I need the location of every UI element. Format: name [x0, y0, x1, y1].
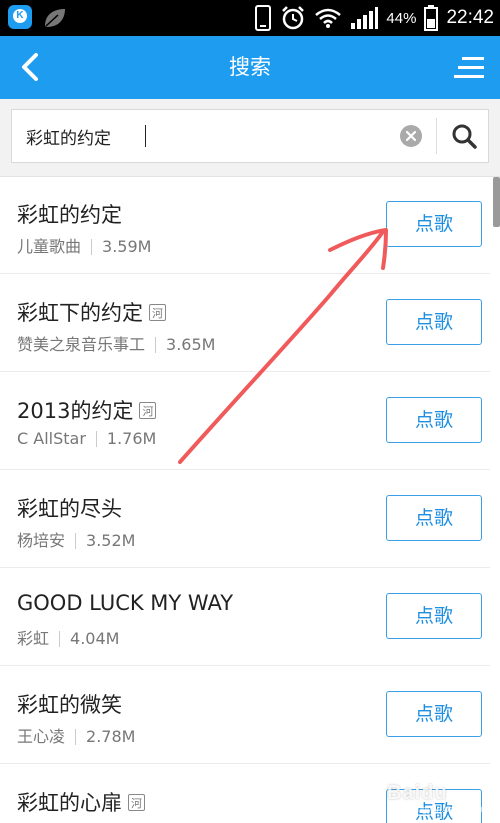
- meta-separator: [95, 430, 97, 447]
- song-meta: 王心凌 2.78M: [17, 723, 135, 747]
- request-song-button[interactable]: 点歌: [386, 691, 482, 737]
- list-item: 2013的约定河 C AllStar 1.76M 点歌: [0, 373, 490, 470]
- song-title-text: 彩虹下的约定: [17, 301, 143, 325]
- song-title-text: 彩虹的约定: [17, 203, 122, 227]
- song-title: 彩虹的约定: [17, 199, 122, 229]
- song-artist: 王心凌: [17, 727, 66, 746]
- song-title-text: 2013的约定: [17, 399, 134, 423]
- list-item: 彩虹的心扉河 点歌: [0, 765, 490, 823]
- search-box: [11, 109, 489, 163]
- search-area: [0, 99, 500, 177]
- request-song-button[interactable]: 点歌: [386, 495, 482, 541]
- scrollbar[interactable]: [490, 177, 500, 823]
- song-title: GOOD LUCK MY WAY: [17, 591, 233, 615]
- list-item: 彩虹的约定 儿童歌曲 3.59M 点歌: [0, 177, 490, 274]
- scrollbar-thumb[interactable]: [493, 177, 500, 227]
- meta-separator: [155, 336, 157, 353]
- request-song-button[interactable]: 点歌: [386, 397, 482, 443]
- song-artist: 彩虹: [17, 629, 50, 648]
- request-song-button[interactable]: 点歌: [386, 789, 482, 823]
- song-title-text: 彩虹的微笑: [17, 693, 122, 717]
- list-item: 彩虹的尽头 杨培安 3.52M 点歌: [0, 471, 490, 568]
- song-artist: 赞美之泉音乐事工: [17, 335, 146, 354]
- song-size: 3.65M: [166, 335, 216, 354]
- clear-icon: [405, 130, 417, 142]
- song-size: 4.04M: [70, 629, 120, 648]
- menu-button[interactable]: [454, 52, 486, 84]
- song-title: 彩虹的心扉河: [17, 787, 145, 817]
- song-size: 2.78M: [86, 727, 136, 746]
- menu-icon: [454, 57, 484, 78]
- meta-separator: [75, 728, 77, 745]
- song-artist: 儿童歌曲: [17, 237, 82, 256]
- leaf-icon: [45, 9, 65, 27]
- song-size: 3.59M: [102, 237, 152, 256]
- song-meta: 儿童歌曲 3.59M: [17, 233, 151, 257]
- k-app-icon: K: [8, 5, 32, 29]
- clear-button[interactable]: [400, 125, 422, 147]
- request-song-button[interactable]: 点歌: [386, 593, 482, 639]
- results-list[interactable]: 彩虹的约定 儿童歌曲 3.59M 点歌 彩虹下的约定河 赞美之泉音乐事工 3.65M…: [0, 177, 500, 823]
- search-icon: [452, 124, 477, 149]
- request-song-button[interactable]: 点歌: [386, 299, 482, 345]
- song-size: 3.52M: [86, 531, 136, 550]
- text-caret: [145, 125, 146, 147]
- phone-icon: [255, 5, 272, 31]
- meta-separator: [91, 238, 93, 255]
- badge-icon: 河: [149, 303, 166, 321]
- app-header: 搜索: [0, 36, 500, 99]
- song-artist: 杨培安: [17, 531, 66, 550]
- status-bar: K 44% 22:42: [0, 0, 500, 36]
- song-title: 彩虹下的约定河: [17, 297, 166, 327]
- clock-time: 22:42: [446, 7, 494, 28]
- song-artist: C AllStar: [17, 429, 86, 448]
- badge-icon: 河: [128, 793, 145, 811]
- song-size: 1.76M: [106, 429, 157, 448]
- song-title: 2013的约定河: [17, 395, 157, 425]
- signal-icon: [351, 7, 379, 29]
- search-input[interactable]: [26, 110, 386, 162]
- meta-separator: [59, 630, 61, 647]
- badge-icon: 河: [139, 401, 157, 419]
- meta-separator: [75, 532, 77, 549]
- request-song-button[interactable]: 点歌: [386, 201, 482, 247]
- song-title: 彩虹的尽头: [17, 493, 122, 523]
- battery-icon: [424, 5, 439, 31]
- song-title-text: 彩虹的尽头: [17, 497, 122, 521]
- search-button[interactable]: [450, 122, 478, 150]
- song-title-text: GOOD LUCK MY WAY: [17, 591, 234, 615]
- song-meta: 杨培安 3.52M: [17, 527, 135, 551]
- song-meta: 赞美之泉音乐事工 3.65M: [17, 331, 215, 355]
- wifi-icon: [315, 8, 342, 28]
- song-title-text: 彩虹的心扉: [17, 791, 122, 815]
- alarm-icon: [282, 6, 305, 30]
- list-item: GOOD LUCK MY WAY 彩虹 4.04M 点歌: [0, 569, 490, 666]
- battery-percent: 44%: [386, 9, 417, 27]
- page-title: 搜索: [229, 55, 271, 79]
- song-meta: 彩虹 4.04M: [17, 625, 119, 649]
- song-meta: C AllStar 1.76M: [17, 429, 156, 448]
- list-item: 彩虹下的约定河 赞美之泉音乐事工 3.65M 点歌: [0, 275, 490, 372]
- list-item: 彩虹的微笑 王心凌 2.78M 点歌: [0, 667, 490, 764]
- song-title: 彩虹的微笑: [17, 689, 122, 719]
- search-divider: [436, 118, 437, 154]
